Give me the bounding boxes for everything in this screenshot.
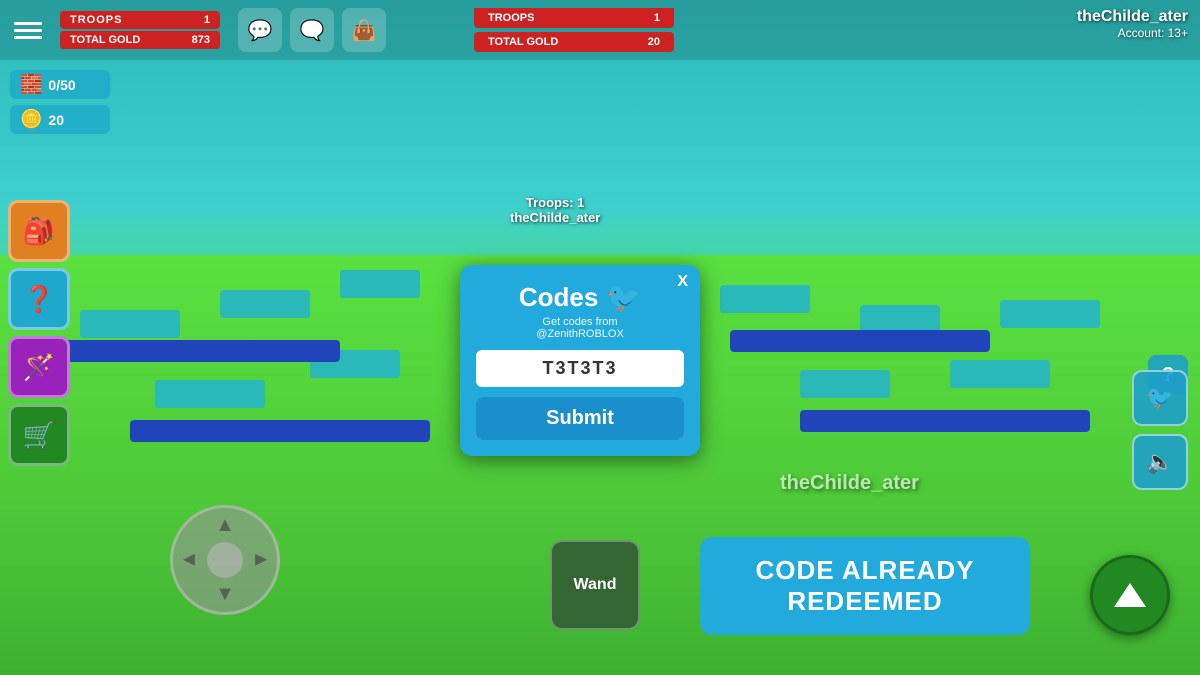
right-actions: 🐦 🔈 bbox=[1132, 370, 1188, 490]
my-troops-bar: TROOPS 1 bbox=[60, 11, 220, 29]
dpad-left[interactable]: ◄ bbox=[179, 549, 199, 572]
platform-tile bbox=[220, 290, 310, 318]
modal-subtitle: Get codes from @ZenithROBLOX bbox=[476, 316, 684, 340]
code-input[interactable] bbox=[476, 350, 684, 387]
gold-label: TOTAL GOLD bbox=[70, 34, 140, 46]
my-gold-bar: TOTAL GOLD 873 bbox=[60, 31, 220, 49]
chat-icon[interactable]: 💬 bbox=[238, 8, 282, 52]
platform-tile bbox=[800, 370, 890, 398]
troops-value: 1 bbox=[204, 14, 210, 26]
dpad-down[interactable]: ▼ bbox=[215, 583, 235, 606]
dpad[interactable]: ▲ ▼ ◄ ► bbox=[170, 505, 280, 615]
player-troops-label: Troops: 1 bbox=[510, 195, 600, 210]
resource2-value: 20 bbox=[48, 112, 64, 128]
gold-value: 873 bbox=[192, 34, 210, 46]
platform-tile bbox=[860, 305, 940, 333]
resource1-value: 0/50 bbox=[48, 77, 75, 93]
platform-tile bbox=[720, 285, 810, 313]
submit-button[interactable]: Submit bbox=[476, 397, 684, 440]
left-hud: 🧱 0/50 🪙 20 bbox=[10, 70, 110, 134]
account-age: Account: 13+ bbox=[1077, 26, 1188, 40]
redeemed-line1: CODE ALREADY bbox=[720, 555, 1010, 586]
player-name-label: theChilde_ater bbox=[510, 210, 600, 225]
bag-icon[interactable]: 👜 bbox=[342, 8, 386, 52]
hamburger-menu[interactable] bbox=[10, 18, 46, 43]
dpad-up[interactable]: ▲ bbox=[215, 514, 235, 537]
twitter-icon-modal: 🐦 bbox=[606, 281, 641, 314]
modal-header: Codes 🐦 bbox=[476, 281, 684, 314]
other-troops-bar: TROOPS 1 bbox=[474, 8, 674, 28]
platform-tile bbox=[155, 380, 265, 408]
platform-tile bbox=[950, 360, 1050, 388]
redeemed-line2: REDEEMED bbox=[720, 586, 1010, 617]
modal-close-button[interactable]: X bbox=[677, 273, 688, 291]
resource-bar-1: 🧱 0/50 bbox=[10, 70, 110, 99]
bag-button[interactable]: 🎒 bbox=[8, 200, 70, 262]
cart-button[interactable]: 🛒 bbox=[8, 404, 70, 466]
wand-button[interactable]: 🪄 bbox=[8, 336, 70, 398]
platform-tile bbox=[340, 270, 420, 298]
left-actions: 🎒 ❓ 🪄 🛒 bbox=[8, 200, 70, 466]
other-gold-value: 20 bbox=[648, 36, 660, 48]
username-display: theChilde_ater Account: 13+ bbox=[1077, 8, 1188, 40]
blue-platform bbox=[730, 330, 990, 352]
twitter-right-button[interactable]: 🐦 bbox=[1132, 370, 1188, 426]
coin-icon: 🪙 bbox=[20, 109, 42, 130]
blue-platform bbox=[800, 410, 1090, 432]
other-troops-value: 1 bbox=[654, 12, 660, 24]
up-arrow-button[interactable] bbox=[1090, 555, 1170, 635]
codes-modal: X Codes 🐦 Get codes from @ZenithROBLOX S… bbox=[460, 265, 700, 456]
modal-title: Codes bbox=[519, 282, 598, 313]
username: theChilde_ater bbox=[1077, 8, 1188, 26]
troops-label: TROOPS bbox=[70, 14, 122, 26]
brick-icon: 🧱 bbox=[20, 74, 42, 95]
world-player-name: theChilde_ater bbox=[780, 472, 919, 495]
top-hud: TROOPS 1 TOTAL GOLD 873 💬 🗨️ 👜 TROOPS 1 … bbox=[0, 0, 1200, 60]
help-button[interactable]: ❓ bbox=[8, 268, 70, 330]
blue-platform bbox=[130, 420, 430, 442]
blue-platform bbox=[60, 340, 340, 362]
platform-tile bbox=[1000, 300, 1100, 328]
sound-button[interactable]: 🔈 bbox=[1132, 434, 1188, 490]
dpad-right[interactable]: ► bbox=[251, 549, 271, 572]
other-gold-label: TOTAL GOLD bbox=[488, 36, 558, 48]
redeemed-banner: CODE ALREADY REDEEMED bbox=[700, 537, 1030, 635]
other-gold-bar: TOTAL GOLD 20 bbox=[474, 32, 674, 52]
dpad-center bbox=[207, 542, 243, 578]
message-icon[interactable]: 🗨️ bbox=[290, 8, 334, 52]
other-troops-label: TROOPS bbox=[488, 12, 534, 24]
dpad-outer[interactable]: ▲ ▼ ◄ ► bbox=[170, 505, 280, 615]
resource-bar-2: 🪙 20 bbox=[10, 105, 110, 134]
player-label: Troops: 1 theChilde_ater bbox=[510, 195, 600, 225]
platform-tile bbox=[80, 310, 180, 338]
wand-label: Wand bbox=[574, 576, 617, 594]
wand-action-button[interactable]: Wand bbox=[550, 540, 640, 630]
